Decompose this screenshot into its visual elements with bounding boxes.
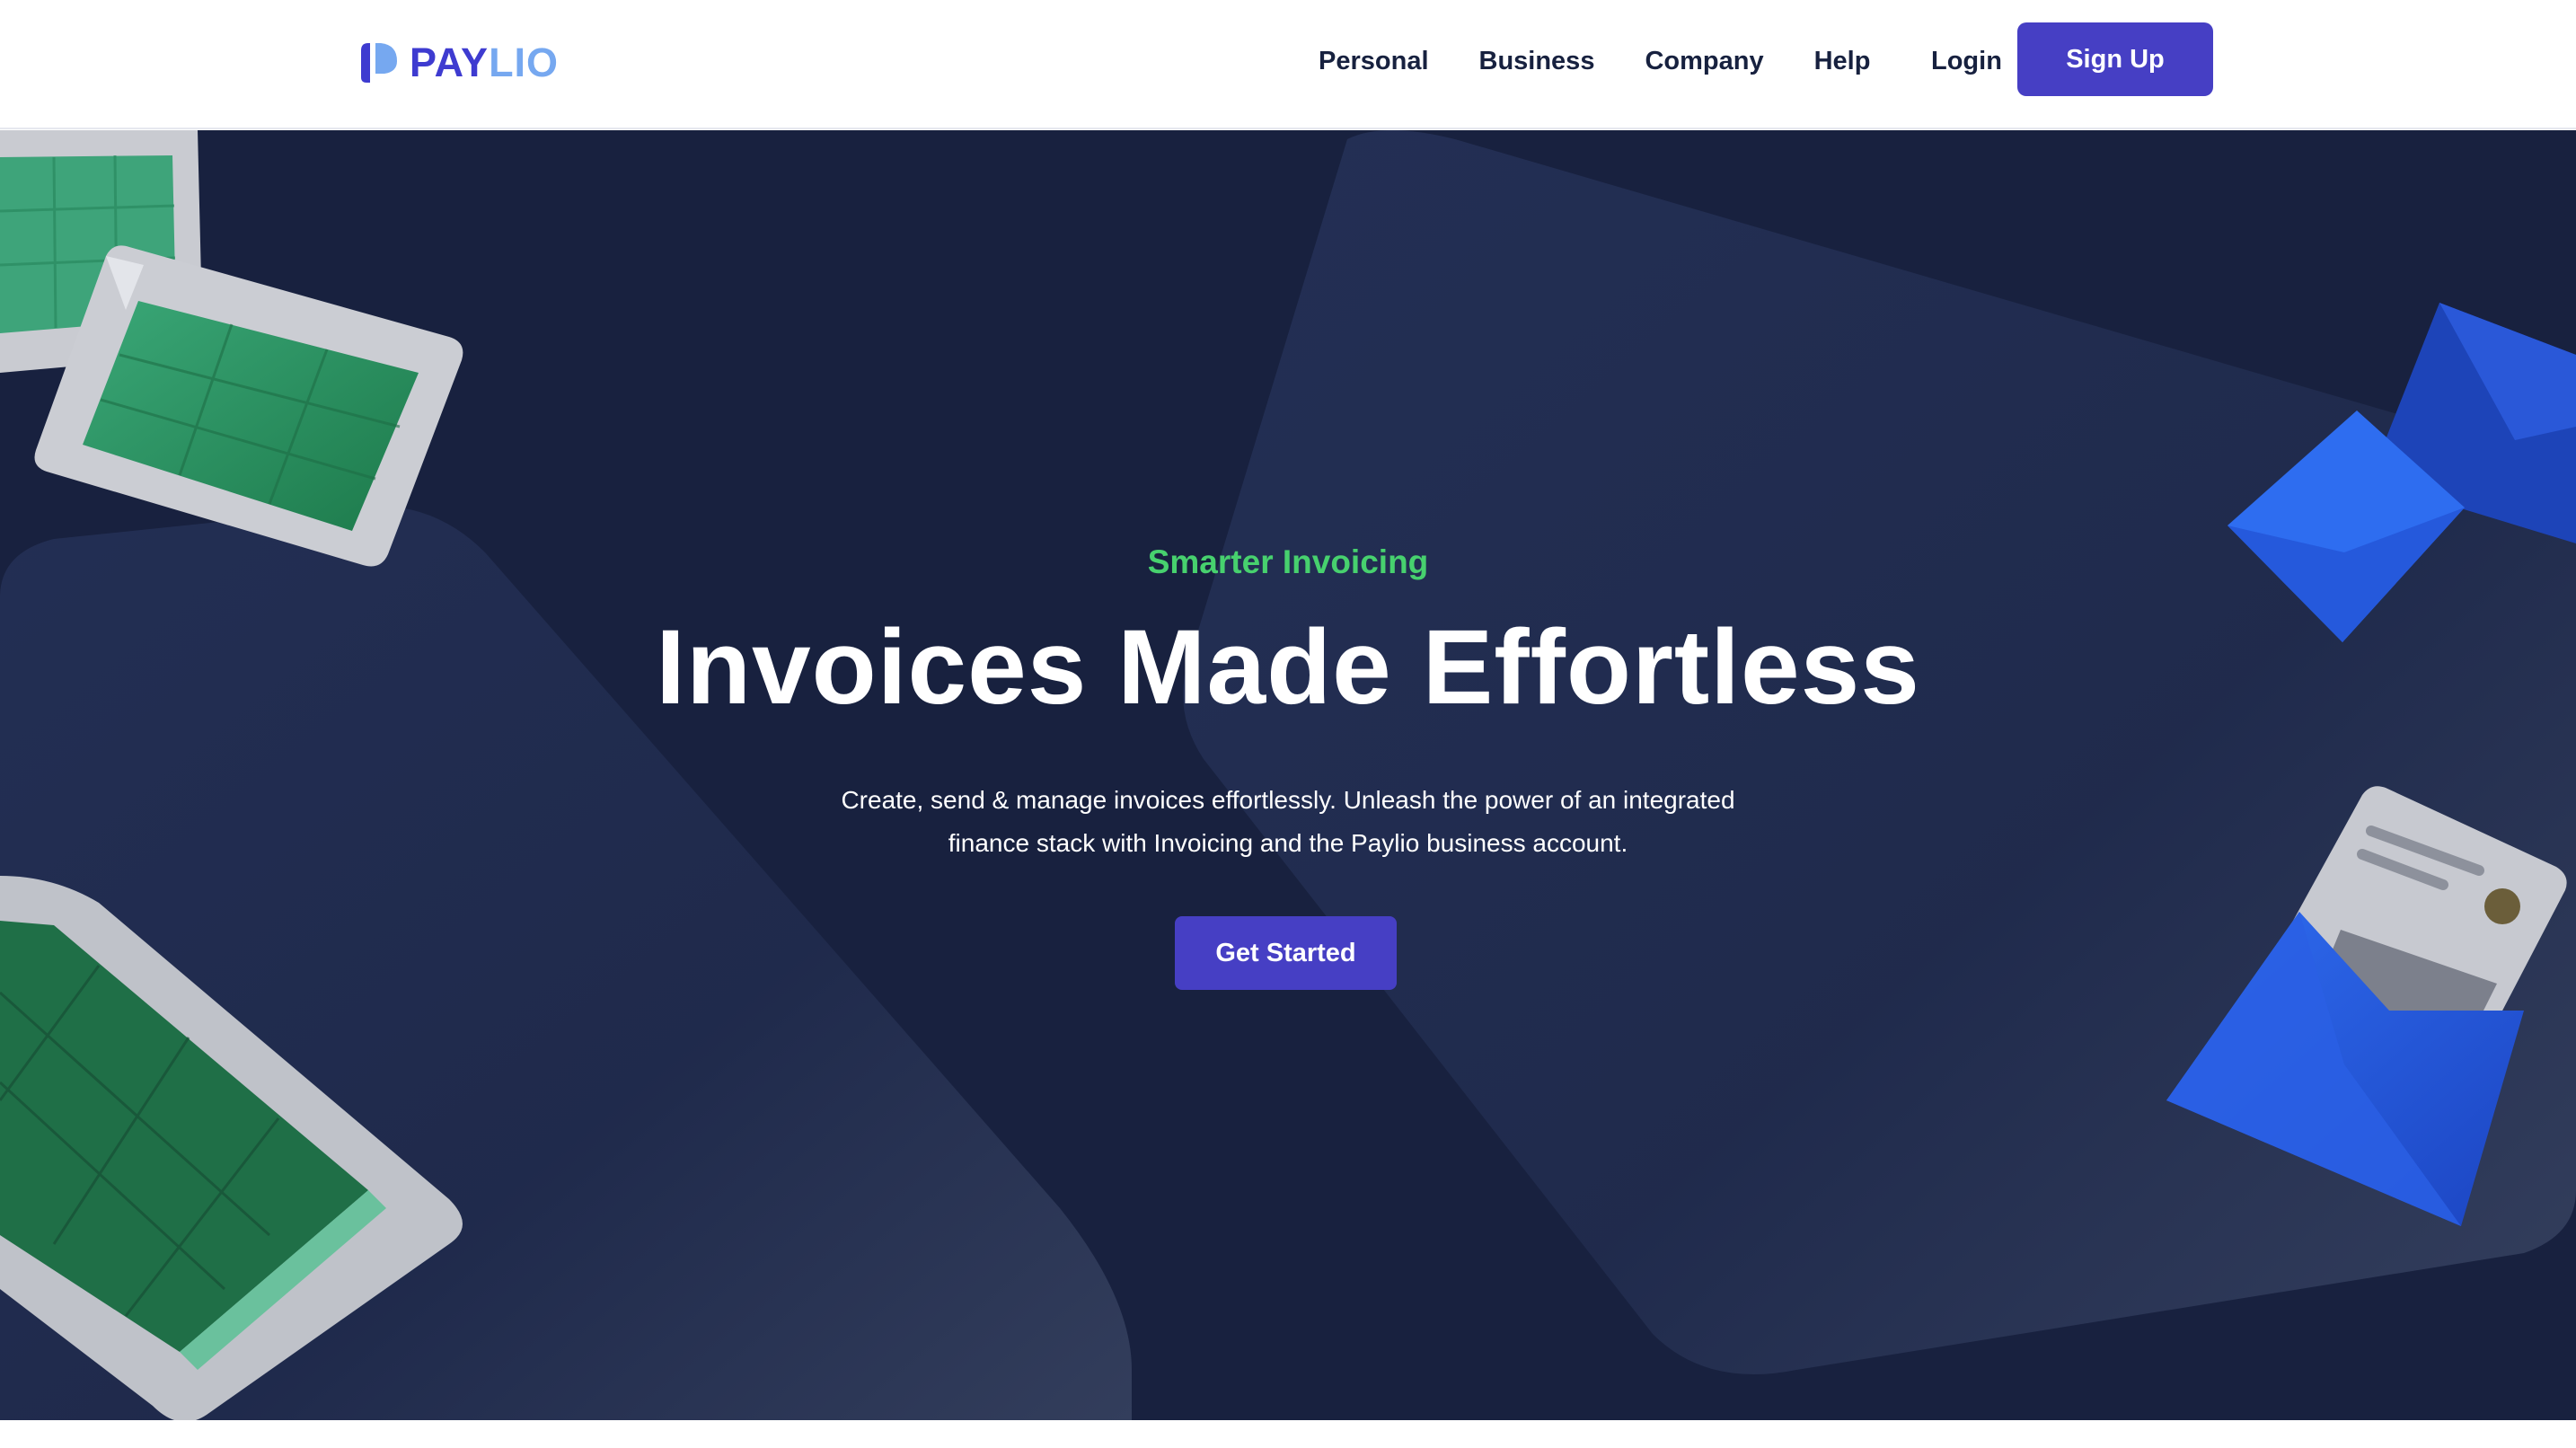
hero-section: Smarter Invoicing Invoices Made Effortle… [0, 130, 2576, 1420]
sign-up-button[interactable]: Sign Up [2017, 22, 2213, 96]
hero-eyebrow: Smarter Invoicing [1147, 543, 1429, 580]
nav-item-company[interactable]: Company [1619, 40, 1788, 83]
nav-item-personal[interactable]: Personal [1293, 40, 1454, 83]
site-header: PAYLIO Personal Business Company Help Lo… [0, 0, 2576, 129]
nav-item-help[interactable]: Help [1789, 40, 1896, 83]
spreadsheet-card-icon [34, 245, 463, 567]
login-link[interactable]: Login [1913, 40, 2020, 83]
background-slab-right [1183, 130, 2576, 1374]
paylio-logo-icon [361, 43, 397, 83]
logo-wordmark: PAYLIO [410, 40, 560, 85]
hero-subtitle: Create, send & manage invoices effortles… [841, 786, 1735, 857]
hero-headline: Invoices Made Effortless [656, 608, 1920, 727]
hero-background-art [0, 130, 2576, 1420]
paylio-logo[interactable]: PAYLIO [357, 40, 559, 86]
get-started-button[interactable]: Get Started [1175, 916, 1397, 990]
page-bottom-strip [0, 1420, 2576, 1448]
nav-item-business[interactable]: Business [1454, 40, 1620, 83]
main-nav: Personal Business Company Help [1293, 40, 1895, 83]
